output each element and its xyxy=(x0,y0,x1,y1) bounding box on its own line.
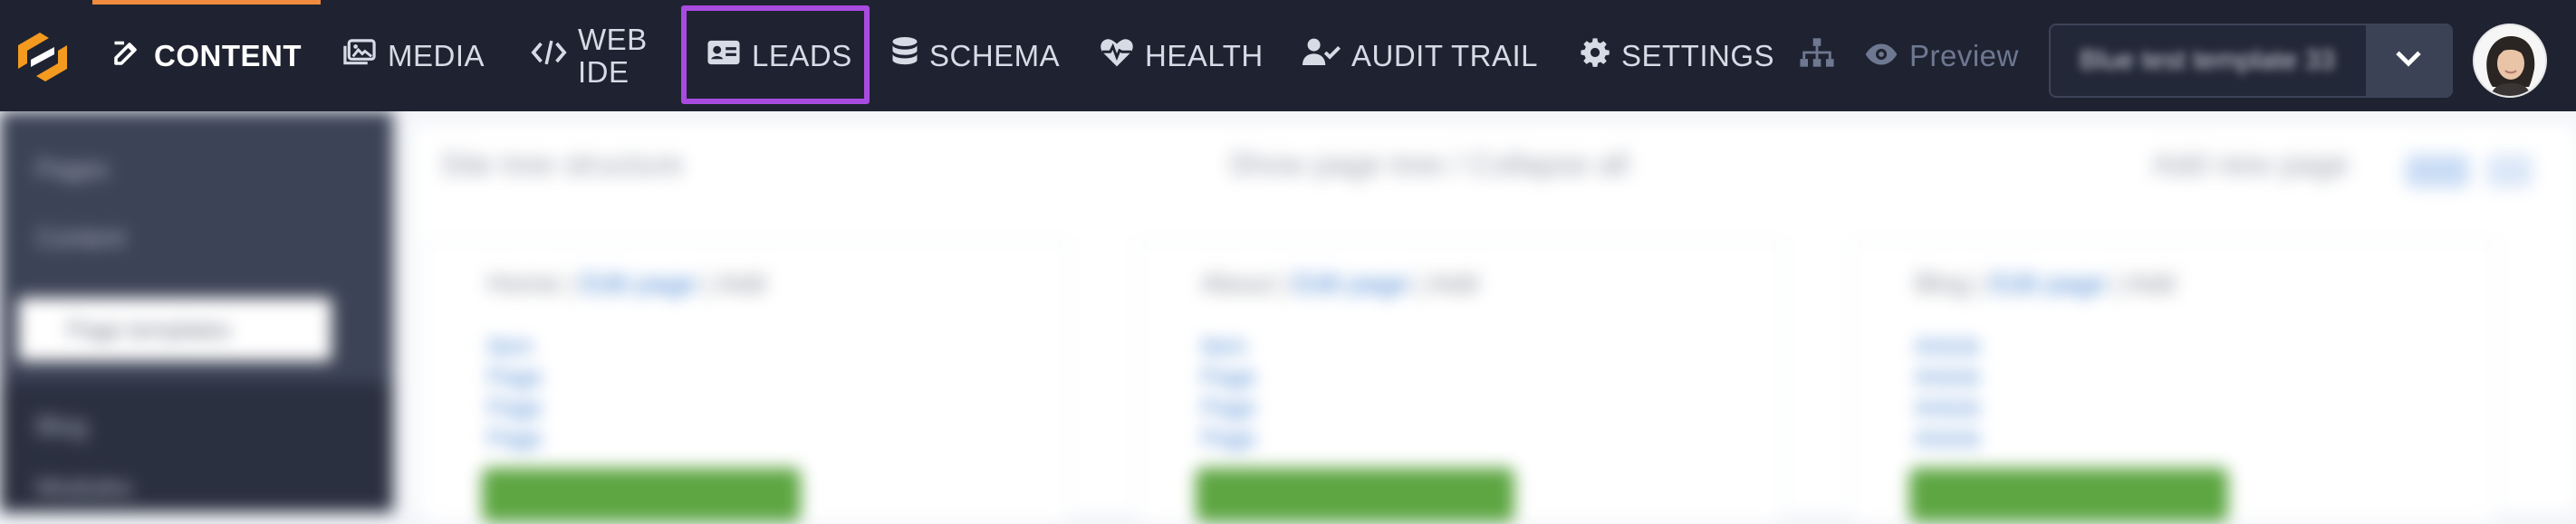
nav-label: CONTENT xyxy=(154,38,302,72)
page-card: Blog | Edit page | Add Article Article A… xyxy=(1850,240,2498,524)
nav-web-ide[interactable]: WEB IDE xyxy=(531,0,648,111)
card-link: Page xyxy=(487,424,543,452)
highlight-box xyxy=(681,5,870,104)
top-nav: CONTENT MEDIA WEB IDE LEADS SCHEMA HEALTH xyxy=(0,0,2576,111)
card-link: Page xyxy=(1201,394,1256,421)
nav-label: AUDIT TRAIL xyxy=(1351,38,1538,72)
gear-icon xyxy=(1580,37,1610,75)
nav-schema[interactable]: SCHEMA xyxy=(891,0,1060,111)
sitemap-button[interactable] xyxy=(1799,0,1835,111)
sidebar-item: Pages xyxy=(36,155,109,183)
avatar[interactable] xyxy=(2473,24,2547,98)
card-link: Article xyxy=(1915,332,1981,359)
page-card: Home | Edit page | Add Item Page Page Pa… xyxy=(422,240,1071,524)
card-link: Item xyxy=(487,332,533,359)
sidebar: Pages Content Page templates Blog Module… xyxy=(0,111,393,512)
eye-icon xyxy=(1864,39,1898,73)
logo-icon[interactable] xyxy=(13,27,72,87)
nav-health[interactable]: HEALTH xyxy=(1100,0,1264,111)
card-link: Page xyxy=(1201,363,1256,390)
add-subpage-button xyxy=(1196,468,1514,522)
card-link: Page xyxy=(487,394,543,421)
add-subpage-button xyxy=(482,468,801,522)
card-link: Article xyxy=(1915,424,1981,452)
site-selector[interactable]: Blue test template 33 xyxy=(2049,24,2453,98)
view-toggle xyxy=(2406,155,2469,187)
card-title: Blog | Edit page | Add xyxy=(1915,269,2176,299)
site-selector-value: Blue test template 33 xyxy=(2080,45,2335,75)
card-link: Article xyxy=(1915,363,1981,390)
sidebar-section: Blog Modules xyxy=(0,383,393,512)
page-card: About | Edit page | Add Item Page Page P… xyxy=(1136,240,1784,524)
card-link: Article xyxy=(1915,394,1981,421)
card-link: Page xyxy=(487,363,543,390)
main-title: Site tree structure xyxy=(440,148,684,182)
heartbeat-icon xyxy=(1100,37,1134,75)
chevron-down-icon xyxy=(2395,50,2422,72)
sidebar-item: Content xyxy=(36,224,126,252)
view-toggle xyxy=(2487,155,2533,187)
image-icon xyxy=(342,37,377,75)
main-content: Site tree structure Show page tree / Col… xyxy=(413,124,2576,524)
background-app: Pages Content Page templates Blog Module… xyxy=(0,111,2576,524)
nav-media[interactable]: MEDIA xyxy=(342,0,485,111)
nav-content[interactable]: CONTENT xyxy=(111,0,302,111)
nav-label: MEDIA xyxy=(388,38,485,72)
edit-icon xyxy=(111,36,143,76)
preview-button[interactable]: Preview xyxy=(1864,0,2019,111)
sitemap-icon xyxy=(1799,36,1835,76)
add-page-label: Add new page xyxy=(2152,148,2350,182)
nav-settings[interactable]: SETTINGS xyxy=(1580,0,1774,111)
database-icon xyxy=(891,36,918,76)
nav-label: SETTINGS xyxy=(1621,38,1775,72)
card-title: About | Edit page | Add xyxy=(1201,269,1478,299)
card-title: Home | Edit page | Add xyxy=(487,269,766,299)
main-header: Site tree structure Show page tree / Col… xyxy=(413,124,2576,205)
nav-label: WEB IDE xyxy=(578,22,648,89)
nav-audit-trail[interactable]: AUDIT TRAIL xyxy=(1302,0,1538,111)
sidebar-item: Modules xyxy=(36,473,132,501)
nav-label: SCHEMA xyxy=(929,38,1061,72)
sidebar-item-active: Page templates xyxy=(18,298,332,361)
nav-label: HEALTH xyxy=(1145,38,1264,72)
card-link: Item xyxy=(1201,332,1247,359)
card-link: Page xyxy=(1201,424,1256,452)
site-selector-toggle[interactable] xyxy=(2366,25,2451,96)
add-subpage-button xyxy=(1909,468,2228,522)
sidebar-item: Blog xyxy=(36,412,88,440)
preview-label: Preview xyxy=(1909,38,2019,72)
code-icon xyxy=(531,39,567,73)
user-check-icon xyxy=(1302,37,1341,75)
tree-controls: Show page tree / Collapse all xyxy=(1228,148,1629,182)
